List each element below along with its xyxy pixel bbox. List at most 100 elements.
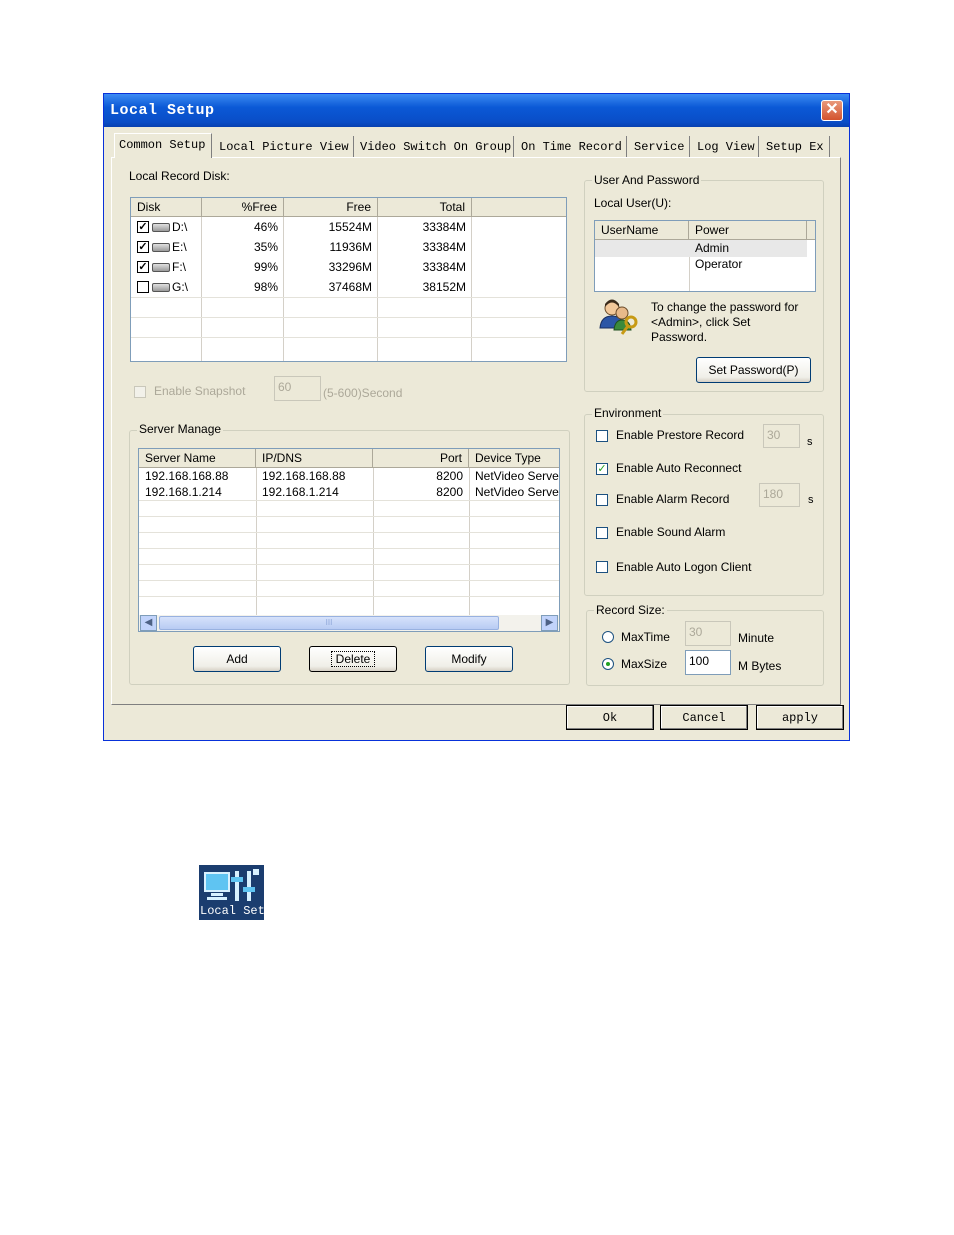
sound-alarm-checkbox[interactable] [596,527,608,539]
drive-icon [152,223,170,233]
disk-row[interactable]: ✓ D:\ 46% 15524M 33384M [131,217,566,237]
horizontal-scrollbar[interactable]: ◀ III ▶ [139,615,559,631]
environment-label: Environment [592,406,664,420]
server-manage-label: Server Manage [137,422,224,436]
grid-line [139,564,559,565]
server-port: 8200 [436,485,463,499]
close-icon: ✕ [825,101,839,118]
scroll-left-button[interactable]: ◀ [140,615,157,631]
disk-checkbox[interactable]: ✓ [137,241,149,253]
tab-service[interactable]: Service [630,136,690,158]
grid-line [131,317,566,318]
disk-row[interactable]: ✓ E:\ 35% 11936M 33384M [131,237,566,257]
alarm-seconds-input[interactable]: 180 [759,483,800,507]
disk-free: 15524M [328,220,372,234]
tab-log-view[interactable]: Log View [693,136,759,158]
max-time-label: MaxTime [621,630,670,644]
cancel-button[interactable]: Cancel [660,705,748,730]
apply-button[interactable]: apply [756,705,844,730]
close-button[interactable]: ✕ [821,100,843,121]
column-header-pct-free[interactable]: %Free [202,198,284,217]
record-disk-list[interactable]: Disk %Free Free Total ✓ D:\ 46% 15524M 3… [130,197,567,362]
scroll-thumb[interactable]: III [159,616,499,630]
prestore-seconds-input[interactable]: 30 [763,424,800,448]
auto-reconnect-checkbox[interactable]: ✓ [596,463,608,475]
snapshot-seconds-input[interactable]: 60 [274,376,321,401]
user-row[interactable]: Operator [595,257,807,274]
enable-snapshot-checkbox[interactable] [134,386,146,398]
column-header-empty [472,198,566,217]
drive-icon [152,243,170,253]
password-hint-line-1: To change the password for [651,300,799,314]
prestore-unit: s [807,436,813,448]
disk-total: 33384M [422,260,466,274]
server-device-type: NetVideo Serve [475,485,559,499]
enable-snapshot-label: Enable Snapshot [154,384,246,398]
max-size-label: MaxSize [621,657,668,671]
tab-local-picture-view[interactable]: Local Picture View [215,136,354,158]
server-list[interactable]: Server Name IP/DNS Port Device Type 192.… [138,448,560,632]
grid-line [139,548,559,549]
local-setup-icon [204,869,259,901]
disk-free: 11936M [329,240,372,254]
max-time-radio[interactable] [602,631,614,643]
tab-video-switch-on-group[interactable]: Video Switch On Group [356,136,514,158]
set-password-button[interactable]: Set Password(P) [696,357,811,383]
server-ip: 192.168.1.214 [262,485,339,499]
title-bar[interactable]: Local Setup ✕ [104,94,849,127]
users-key-icon [599,299,638,335]
prestore-record-label: Enable Prestore Record [616,428,745,442]
disk-free: 37468M [328,280,372,294]
disk-free: 33296M [328,260,372,274]
server-row[interactable]: 192.168.1.214 192.168.1.214 8200 NetVide… [139,484,559,500]
max-size-radio[interactable] [602,658,614,670]
scroll-grip: III [325,618,333,627]
disk-row[interactable]: ✓ F:\ 99% 33296M 33384M [131,257,566,277]
disk-checkbox[interactable] [137,281,149,293]
column-header-free[interactable]: Free [284,198,378,217]
auto-reconnect-label: Enable Auto Reconnect [616,461,742,475]
max-time-input[interactable]: 30 [685,621,731,646]
add-button[interactable]: Add [193,646,281,672]
grid-line [139,596,559,597]
disk-pct-free: 35% [253,240,278,254]
disk-total: 33384M [422,240,466,254]
password-hint-line-3: Password. [651,330,708,344]
prestore-record-checkbox[interactable] [596,430,608,442]
disk-row[interactable]: G:\ 98% 37468M 38152M [131,277,566,297]
delete-button[interactable]: Delete [309,646,397,672]
local-user-label: Local User(U): [594,196,672,210]
drive-icon [152,283,170,293]
disk-pct-free: 98% [253,280,278,294]
user-name [595,254,689,274]
local-setup-window: Local Setup ✕ Common Setup Local Picture… [103,93,850,741]
max-time-unit: Minute [738,631,775,645]
ok-button[interactable]: Ok [566,705,654,730]
scroll-right-button[interactable]: ▶ [541,615,558,631]
user-list[interactable]: UserName Power Admin Operator [594,220,816,292]
disk-pct-free: 46% [253,220,278,234]
disk-name: D:\ [149,217,193,237]
auto-logon-label: Enable Auto Logon Client [616,560,752,574]
disk-checkbox[interactable]: ✓ [137,261,149,273]
grid-line [131,337,566,338]
disk-name: G:\ [149,277,194,297]
max-size-input[interactable]: 100 [685,650,731,675]
local-setup-desktop-icon[interactable]: Local Set [199,865,265,920]
tab-common-setup[interactable]: Common Setup [114,133,212,158]
user-password-label: User And Password [592,173,702,187]
tab-setup-ex[interactable]: Setup Ex [762,136,830,158]
tab-on-time-record[interactable]: On Time Record [517,136,627,158]
modify-button[interactable]: Modify [425,646,513,672]
auto-logon-checkbox[interactable] [596,561,608,573]
max-size-unit: M Bytes [738,659,782,673]
disk-checkbox[interactable]: ✓ [137,221,149,233]
window-title: Local Setup [110,102,215,119]
grid-line [139,532,559,533]
grid-line [139,516,559,517]
chevron-left-icon: ◀ [144,617,153,628]
column-header-total[interactable]: Total [378,198,472,217]
grid-line [139,580,559,581]
column-header-disk[interactable]: Disk [131,198,202,217]
alarm-record-checkbox[interactable] [596,494,608,506]
